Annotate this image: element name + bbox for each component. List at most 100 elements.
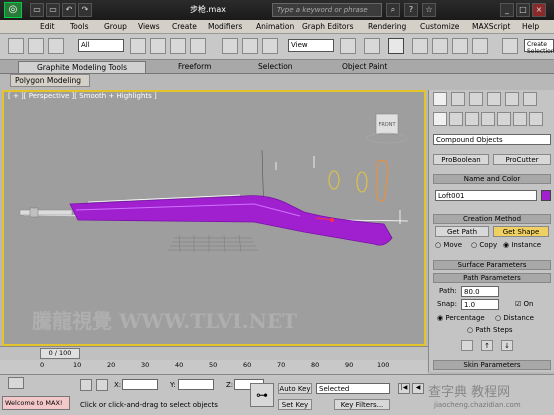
percentage-radio[interactable]: ◉ Percentage [437, 314, 485, 322]
key-selection-set-dropdown[interactable]: Selected [316, 383, 390, 394]
shapes-icon[interactable] [449, 112, 463, 126]
rect-selection-icon[interactable] [170, 38, 186, 54]
help-icon[interactable]: ? [404, 3, 418, 17]
utilities-tab-icon[interactable] [523, 92, 537, 106]
modify-tab-icon[interactable] [451, 92, 465, 106]
rifle-barrel[interactable] [19, 209, 73, 216]
star-icon[interactable]: ☆ [422, 3, 436, 17]
maxscript-listener[interactable]: Welcome to MAX! [2, 396, 70, 410]
tab-graphite-modeling-tools[interactable]: Graphite Modeling Tools [18, 61, 147, 73]
search-input[interactable]: Type a keyword or phrase [272, 3, 382, 17]
scale-icon[interactable] [262, 38, 278, 54]
cameras-icon[interactable] [481, 112, 495, 126]
proboolean-button[interactable]: ProBoolean [433, 154, 489, 165]
save-icon[interactable]: ▭ [46, 3, 60, 17]
helpers-icon[interactable] [497, 112, 511, 126]
set-key-icon[interactable]: ⊶ [250, 383, 274, 407]
app-logo-icon[interactable]: ◎ [4, 2, 22, 18]
goto-start-icon[interactable]: |◀ [398, 383, 410, 394]
creation-method-rollout[interactable]: Creation Method [433, 214, 551, 224]
path-steps-radio[interactable]: ○ Path Steps [467, 326, 513, 334]
next-shape-icon[interactable]: ↓ [501, 340, 513, 351]
surface-parameters-rollout[interactable]: Surface Parameters [433, 260, 551, 270]
distance-radio[interactable]: ○ Distance [495, 314, 534, 322]
layer-icon[interactable] [8, 377, 24, 389]
angle-snap-icon[interactable] [432, 38, 448, 54]
key-filters-button[interactable]: Key Filters... [334, 399, 390, 410]
get-shape-button[interactable]: Get Shape [493, 226, 549, 237]
close-icon[interactable]: × [532, 3, 546, 17]
tab-polygon-modeling[interactable]: Polygon Modeling [10, 74, 90, 87]
procutter-button[interactable]: ProCutter [493, 154, 551, 165]
select-manipulate-icon[interactable] [364, 38, 380, 54]
menu-rendering[interactable]: Rendering [368, 22, 406, 31]
y-coord-input[interactable] [178, 379, 214, 390]
open-icon[interactable]: ▭ [30, 3, 44, 17]
previous-shape-icon[interactable]: ↑ [481, 340, 493, 351]
redo-icon[interactable]: ↷ [78, 3, 92, 17]
link-icon[interactable] [8, 38, 24, 54]
select-by-name-icon[interactable] [150, 38, 166, 54]
path-parameters-rollout[interactable]: Path Parameters [433, 273, 551, 283]
category-dropdown[interactable]: Compound Objects [433, 134, 551, 145]
viewcube[interactable]: FRONT [366, 113, 408, 144]
object-color-swatch[interactable] [541, 190, 551, 201]
selection-filter-select[interactable]: All [78, 39, 124, 52]
tab-freeform[interactable]: Freeform [178, 62, 211, 71]
menu-modifiers[interactable]: Modifiers [208, 22, 242, 31]
reference-coord-select[interactable]: View [288, 39, 334, 52]
object-name-input[interactable]: Loft001 [435, 190, 537, 201]
minimize-icon[interactable]: _ [500, 3, 514, 17]
menu-create[interactable]: Create [172, 22, 197, 31]
menu-edit[interactable]: Edit [40, 22, 55, 31]
perspective-viewport[interactable]: FRONT 騰龍視覺 WWW.TLVI.NET [2, 90, 426, 346]
shape-ellipse-1[interactable] [328, 170, 340, 190]
maximize-icon[interactable]: □ [516, 3, 530, 17]
abs-rel-transform-icon[interactable] [96, 379, 108, 391]
menu-group[interactable]: Group [104, 22, 127, 31]
skin-parameters-rollout[interactable]: Skin Parameters [433, 360, 551, 370]
pick-shape-icon[interactable] [461, 340, 473, 351]
geometry-icon[interactable] [433, 112, 447, 126]
shape-stock-profile[interactable] [375, 159, 389, 202]
copy-radio[interactable]: ○ Copy [471, 241, 497, 249]
snap-value-input[interactable]: 1.0 [461, 299, 499, 310]
x-coord-input[interactable] [122, 379, 158, 390]
auto-key-button[interactable]: Auto Key [278, 383, 312, 394]
rotate-icon[interactable] [242, 38, 258, 54]
loft-object-stock[interactable] [69, 195, 393, 246]
menu-customize[interactable]: Customize [420, 22, 459, 31]
selection-lock-icon[interactable] [80, 379, 92, 391]
move-radio[interactable]: ○ Move [435, 241, 462, 249]
unlink-icon[interactable] [28, 38, 44, 54]
pivot-center-icon[interactable] [340, 38, 356, 54]
on-checkbox[interactable]: ☑ On [515, 300, 533, 308]
create-tab-icon[interactable] [433, 92, 447, 106]
move-icon[interactable] [222, 38, 238, 54]
menu-graph-editors[interactable]: Graph Editors [302, 22, 354, 31]
systems-icon[interactable] [529, 112, 543, 126]
viewport-label-menu[interactable]: [ + ][ Perspective ][ Smooth + Highlight… [8, 92, 157, 100]
instance-radio[interactable]: ◉ Instance [503, 241, 541, 249]
prev-frame-icon[interactable]: ◀ [412, 383, 424, 394]
set-key-button[interactable]: Set Key [278, 399, 312, 410]
name-and-color-rollout[interactable]: Name and Color [433, 174, 551, 184]
time-slider-thumb[interactable]: 0 / 100 [40, 348, 80, 359]
path-value-input[interactable]: 80.0 [461, 286, 499, 297]
menu-views[interactable]: Views [138, 22, 160, 31]
tab-object-paint[interactable]: Object Paint [342, 62, 387, 71]
menu-animation[interactable]: Animation [256, 22, 294, 31]
keyboard-shortcut-icon[interactable] [388, 38, 404, 54]
space-warps-icon[interactable] [513, 112, 527, 126]
lights-icon[interactable] [465, 112, 479, 126]
search-icon[interactable]: ⌕ [386, 3, 400, 17]
spinner-snap-icon[interactable] [472, 38, 488, 54]
hierarchy-tab-icon[interactable] [469, 92, 483, 106]
snaps-toggle-icon[interactable] [412, 38, 428, 54]
get-path-button[interactable]: Get Path [435, 226, 489, 237]
shape-ellipse-2[interactable] [356, 171, 368, 193]
tab-selection[interactable]: Selection [258, 62, 293, 71]
menu-tools[interactable]: Tools [70, 22, 88, 31]
percent-snap-icon[interactable] [452, 38, 468, 54]
track-bar[interactable]: 0 10 20 30 40 50 60 70 80 90 100 [0, 360, 428, 374]
